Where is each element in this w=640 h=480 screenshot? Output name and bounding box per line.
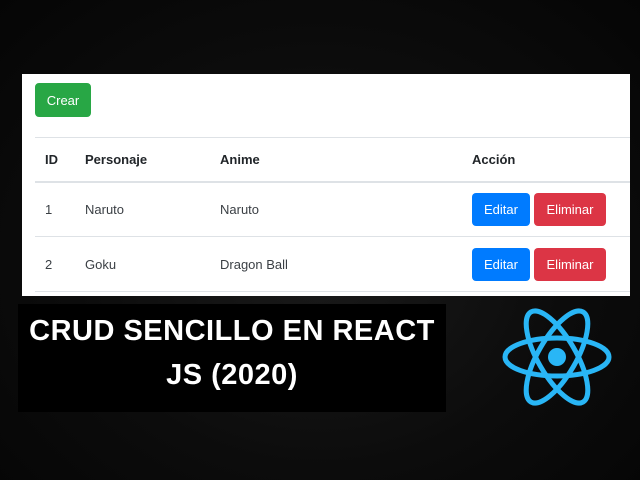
header-accion: Acción	[462, 137, 630, 183]
table-row: 1 Naruto Naruto Editar Eliminar	[35, 182, 630, 237]
table-header-row: ID Personaje Anime Acción	[35, 137, 630, 183]
title-line-1: CRUD SENCILLO EN REACT	[29, 315, 435, 347]
cell-personaje: Goku	[85, 256, 117, 272]
edit-button[interactable]: Editar	[472, 192, 530, 226]
header-id: ID	[35, 137, 75, 183]
cell-id: 2	[45, 256, 53, 272]
characters-table: ID Personaje Anime Acción 1 Naruto Narut…	[35, 137, 630, 292]
create-button[interactable]: Crear	[35, 83, 91, 117]
edit-button[interactable]: Editar	[472, 247, 530, 281]
header-personaje: Personaje	[75, 137, 210, 183]
react-icon	[502, 308, 612, 406]
app-panel: Crear ID Personaje Anime Acción 1 Naruto…	[22, 74, 630, 296]
delete-button[interactable]: Eliminar	[534, 247, 606, 281]
cell-actions: Editar Eliminar	[462, 237, 630, 292]
cell-actions: Editar Eliminar	[462, 182, 630, 237]
react-nucleus	[548, 348, 566, 366]
cell-anime: Naruto	[220, 201, 260, 217]
delete-button[interactable]: Eliminar	[534, 192, 606, 226]
title-banner: CRUD SENCILLO EN REACT JS (2020)	[18, 304, 446, 412]
header-anime: Anime	[210, 137, 462, 183]
title-line-2: JS (2020)	[166, 359, 298, 391]
cell-anime: Dragon Ball	[220, 256, 288, 272]
table-row: 2 Goku Dragon Ball Editar Eliminar	[35, 237, 630, 292]
cell-id: 1	[45, 201, 53, 217]
cell-personaje: Naruto	[85, 201, 125, 217]
